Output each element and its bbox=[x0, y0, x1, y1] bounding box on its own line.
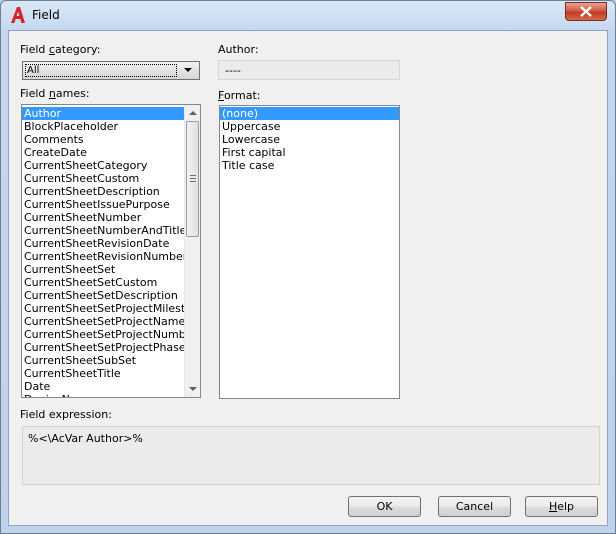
format-list[interactable]: (none) Uppercase Lowercase First capital Tit… bbox=[219, 105, 400, 399]
field-name-item[interactable]: DeviceName bbox=[22, 393, 200, 397]
chevron-down-icon bbox=[184, 68, 192, 72]
field-name-item[interactable]: CurrentSheetSetProjectNumber bbox=[22, 328, 200, 341]
field-expression-label: Field expression: bbox=[20, 408, 112, 421]
field-name-item[interactable]: CurrentSheetRevisionNumber bbox=[22, 250, 200, 263]
field-expression-value: %<\AcVar Author>% bbox=[28, 432, 143, 445]
field-name-item[interactable]: BlockPlaceholder bbox=[22, 120, 200, 133]
field-name-item[interactable]: CurrentSheetDescription bbox=[22, 185, 200, 198]
field-name-item[interactable]: Author bbox=[22, 107, 200, 120]
field-name-item[interactable]: CreateDate bbox=[22, 146, 200, 159]
field-name-item[interactable]: CurrentSheetSetCustom bbox=[22, 276, 200, 289]
field-name-item[interactable]: CurrentSheetSet bbox=[22, 263, 200, 276]
format-item[interactable]: First capital bbox=[220, 146, 399, 159]
grip-icon bbox=[190, 175, 196, 182]
help-button[interactable]: Help bbox=[525, 496, 598, 517]
field-category-label: Field category: bbox=[20, 43, 101, 56]
field-name-item[interactable]: Comments bbox=[22, 133, 200, 146]
scroll-up-icon[interactable] bbox=[185, 105, 200, 121]
format-item[interactable]: Uppercase bbox=[220, 120, 399, 133]
field-expression-field: %<\AcVar Author>% bbox=[22, 426, 600, 485]
scroll-thumb[interactable] bbox=[186, 121, 199, 237]
ok-button[interactable]: OK bbox=[348, 496, 421, 517]
field-names-list[interactable]: Author BlockPlaceholder Comments CreateDate… bbox=[21, 104, 201, 398]
field-category-dropdown[interactable]: All bbox=[22, 61, 200, 80]
title-bar[interactable]: Field bbox=[1, 1, 615, 31]
field-name-item[interactable]: CurrentSheetNumber bbox=[22, 211, 200, 224]
field-name-item[interactable]: CurrentSheetCustom bbox=[22, 172, 200, 185]
field-name-item[interactable]: CurrentSheetSetProjectPhase bbox=[22, 341, 200, 354]
field-names-scrollbar[interactable] bbox=[184, 105, 200, 397]
format-item[interactable]: Title case bbox=[220, 159, 399, 172]
field-name-item[interactable]: CurrentSheetNumberAndTitle bbox=[22, 224, 200, 237]
author-value: ---- bbox=[225, 64, 241, 77]
field-dialog: Field Field category: All Author: ---- F… bbox=[0, 0, 616, 534]
field-name-item[interactable]: CurrentSheetTitle bbox=[22, 367, 200, 380]
field-names-label: Field names: bbox=[20, 87, 90, 100]
dialog-body: Field category: All Author: ---- Field n… bbox=[8, 30, 608, 526]
format-item[interactable]: Lowercase bbox=[220, 133, 399, 146]
format-items: (none) Uppercase Lowercase First capital Tit… bbox=[220, 106, 399, 172]
field-name-item[interactable]: CurrentSheetSubSet bbox=[22, 354, 200, 367]
author-value-field: ---- bbox=[218, 60, 400, 80]
author-label: Author: bbox=[218, 43, 259, 56]
field-category-value: All bbox=[25, 64, 177, 77]
field-name-item[interactable]: CurrentSheetSetProjectMilestone bbox=[22, 302, 200, 315]
format-label: Format: bbox=[218, 89, 261, 102]
field-names-items: Author BlockPlaceholder Comments CreateDate… bbox=[22, 105, 200, 397]
scroll-down-icon[interactable] bbox=[185, 381, 200, 397]
field-name-item[interactable]: CurrentSheetIssuePurpose bbox=[22, 198, 200, 211]
field-name-item[interactable]: Date bbox=[22, 380, 200, 393]
window-title: Field bbox=[32, 8, 60, 22]
field-name-item[interactable]: CurrentSheetSetProjectName bbox=[22, 315, 200, 328]
format-item[interactable]: (none) bbox=[220, 107, 399, 120]
cancel-button[interactable]: Cancel bbox=[438, 496, 511, 517]
field-name-item[interactable]: CurrentSheetSetDescription bbox=[22, 289, 200, 302]
autocad-icon bbox=[11, 7, 25, 23]
close-button[interactable] bbox=[565, 2, 607, 21]
field-name-item[interactable]: CurrentSheetRevisionDate bbox=[22, 237, 200, 250]
field-name-item[interactable]: CurrentSheetCategory bbox=[22, 159, 200, 172]
close-icon bbox=[580, 6, 592, 17]
